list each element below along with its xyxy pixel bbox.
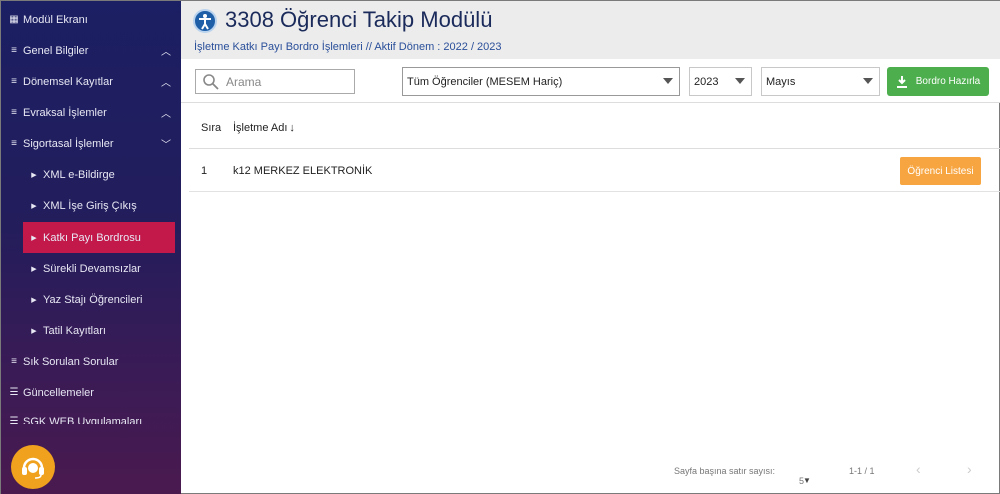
caret-right-icon: ▶ (31, 327, 37, 335)
sidebar-item-donemsel-kayitlar[interactable]: ≡ Dönemsel Kayıtlar ︿ (1, 66, 181, 97)
sidebar-item-xml-ise-giris-cikis[interactable]: ▶ XML İşe Giriş Çıkış (1, 190, 181, 221)
caret-right-icon: ▶ (31, 171, 37, 179)
month-select[interactable]: Mayıs (761, 67, 880, 96)
sidebar-item-label: XML İşe Giriş Çıkış (43, 199, 137, 212)
support-button[interactable] (11, 445, 55, 489)
page-header: 3308 Öğrenci Takip Modülü İşletme Katkı … (181, 1, 1000, 59)
sidebar-item-tatil-kayitlari[interactable]: ▶ Tatil Kayıtları (1, 315, 181, 346)
sidebar-item-modul-ekrani[interactable]: ▦ Modül Ekranı (1, 4, 181, 35)
sidebar-item-yaz-staji-ogrencileri[interactable]: ▶ Yaz Stajı Öğrencileri (1, 284, 181, 315)
list-icon: ≡ (11, 107, 17, 118)
chevron-up-icon: ︿ (161, 78, 171, 89)
sidebar-item-label: Sigortasal İşlemler (23, 137, 114, 150)
caret-right-icon: ▶ (31, 296, 37, 304)
student-list-button[interactable]: Öğrenci Listesi (900, 157, 981, 185)
chevron-up-icon: ︿ (161, 109, 171, 120)
chevron-down-icon: ﹀ (161, 140, 171, 151)
sidebar-item-label: Genel Bilgiler (23, 44, 89, 57)
year-select[interactable]: 2023 (689, 67, 752, 96)
sidebar-item-surekli-devamsizlar[interactable]: ▶ Sürekli Devamsızlar (1, 253, 181, 284)
rows-per-page-label: Sayfa başına satır sayısı: (674, 466, 776, 476)
sidebar-item-label: Katkı Payı Bordrosu (43, 231, 141, 244)
student-filter-value: Tüm Öğrenciler (MESEM Hariç) (407, 75, 563, 88)
search-placeholder: Arama (226, 74, 262, 89)
list-icon: ≡ (11, 76, 17, 87)
sidebar: ▦ Modül Ekranı ≡ Genel Bilgiler ︿ ≡ Döne… (1, 1, 181, 494)
prepare-payroll-button[interactable]: Bordro Hazırla (887, 67, 989, 96)
menu-icon: ☰ (9, 387, 19, 398)
sort-arrow-down-icon: ↓ (289, 122, 295, 134)
caret-right-icon: ▶ (31, 265, 37, 273)
download-icon (896, 75, 907, 88)
sidebar-item-xml-e-bildirge[interactable]: ▶ XML e-Bildirge (1, 159, 181, 190)
search-input[interactable]: Arama (195, 69, 355, 94)
headset-icon (22, 457, 44, 479)
caret-down-icon (663, 78, 673, 84)
month-value: Mayıs (766, 75, 796, 88)
list-icon: ≡ (11, 45, 17, 56)
caret-right-icon: ▶ (31, 202, 37, 210)
year-value: 2023 (694, 75, 719, 88)
page-subtitle: İşletme Katkı Payı Bordro İşlemleri // A… (194, 41, 502, 53)
toolbar: Arama Tüm Öğrenciler (MESEM Hariç) 2023 … (181, 59, 1000, 103)
sidebar-item-label: Modül Ekranı (23, 13, 88, 26)
sidebar-item-guncellemeler[interactable]: ☰ Güncellemeler (1, 377, 181, 408)
sidebar-item-sik-sorulan-sorular[interactable]: ≡ Sık Sorulan Sorular (1, 346, 181, 377)
caret-down-icon (735, 78, 745, 84)
menu-icon: ☰ (9, 416, 19, 424)
grid-icon: ▦ (9, 14, 19, 25)
caret-down-icon: ▼ (803, 476, 811, 485)
table-row: 1 k12 MERKEZ ELEKTRONİK Öğrenci Listesi (189, 151, 1000, 192)
sidebar-item-label: Dönemsel Kayıtlar (23, 75, 113, 88)
sidebar-item-label: Tatil Kayıtları (43, 324, 106, 337)
prev-page-icon[interactable]: ‹ (916, 461, 921, 477)
sidebar-item-label: Evraksal İşlemler (23, 106, 107, 119)
sidebar-item-genel-bilgiler[interactable]: ≡ Genel Bilgiler ︿ (1, 35, 181, 66)
sidebar-item-label: XML e-Bildirge (43, 168, 115, 181)
caret-right-icon: ▶ (31, 234, 37, 242)
sidebar-item-label: SGK WEB Uygulamaları (23, 416, 143, 424)
prepare-payroll-label: Bordro Hazırla (915, 76, 981, 87)
pagination: Sayfa başına satır sayısı: 5 ▼ 1-1 / 1 ‹… (674, 461, 972, 486)
pagination-range: 1-1 / 1 (849, 466, 875, 476)
sidebar-item-label: Sürekli Devamsızlar (43, 262, 141, 275)
sidebar-item-label: Sık Sorulan Sorular (23, 355, 119, 368)
sidebar-item-label: Yaz Stajı Öğrencileri (43, 293, 143, 306)
row-number: 1 (201, 165, 208, 177)
page-title: 3308 Öğrenci Takip Modülü (225, 7, 493, 32)
sidebar-item-evraksal-islemler[interactable]: ≡ Evraksal İşlemler ︿ (1, 97, 181, 128)
logo-icon (193, 9, 217, 33)
caret-down-icon (863, 78, 873, 84)
column-header-sira: Sıra (201, 122, 222, 134)
student-filter-select[interactable]: Tüm Öğrenciler (MESEM Hariç) (402, 67, 680, 96)
search-icon (203, 73, 219, 90)
chevron-up-icon: ︿ (161, 47, 171, 58)
table-header: Sıra İşletme Adı ↓ (189, 111, 1000, 149)
next-page-icon[interactable]: › (967, 461, 972, 477)
sidebar-item-sigortasal-islemler[interactable]: ≡ Sigortasal İşlemler ﹀ (1, 128, 181, 159)
company-name: k12 MERKEZ ELEKTRONİK (233, 165, 373, 177)
sidebar-item-katki-payi-bordrosu[interactable]: ▶ Katkı Payı Bordrosu (23, 222, 175, 253)
sidebar-item-sgk-web[interactable]: ☰ SGK WEB Uygulamaları (1, 408, 181, 424)
list-icon: ≡ (11, 138, 17, 149)
column-header-isletme-adi[interactable]: İşletme Adı ↓ (233, 122, 295, 134)
sidebar-item-label: Güncellemeler (23, 386, 94, 399)
list-icon: ≡ (11, 356, 17, 367)
